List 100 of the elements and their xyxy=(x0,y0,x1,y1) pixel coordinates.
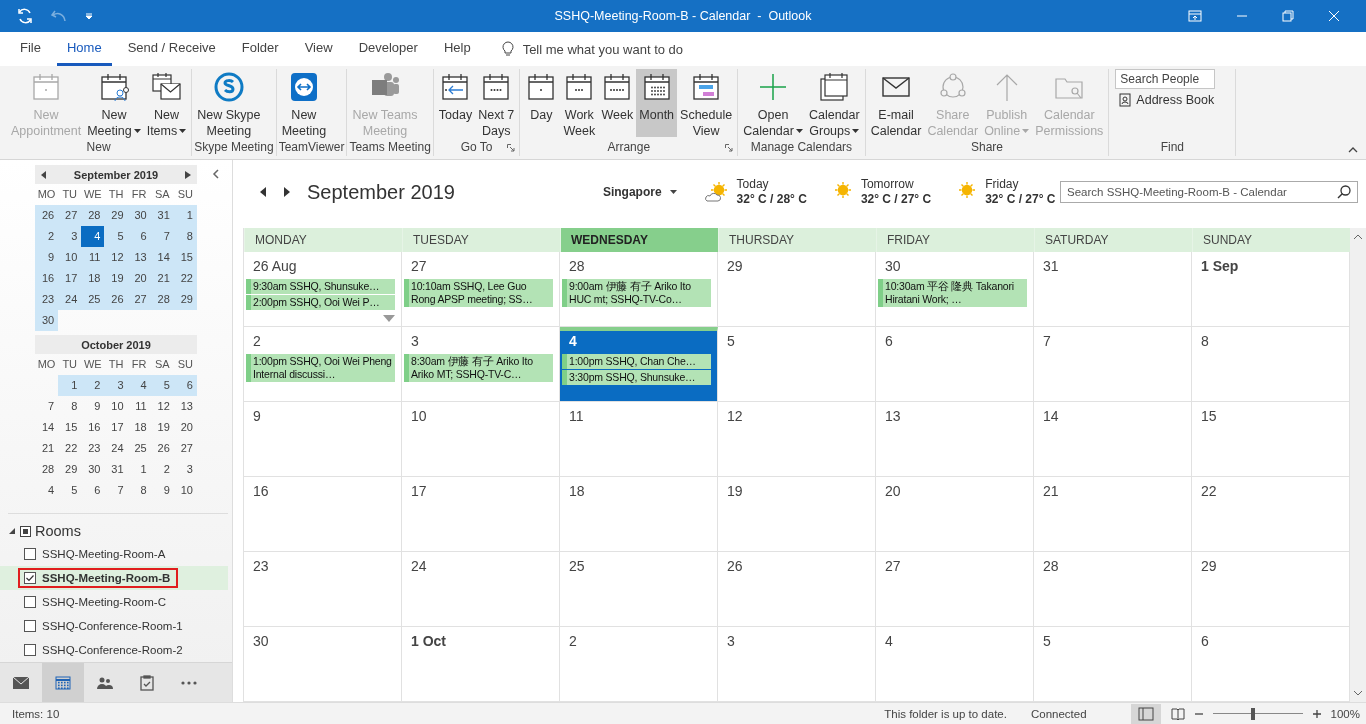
close-icon[interactable] xyxy=(1328,10,1340,22)
nav-button[interactable] xyxy=(42,663,84,702)
ribbon-button[interactable]: Day xyxy=(522,69,561,137)
date-cell[interactable]: 1 xyxy=(58,375,82,396)
checkbox[interactable] xyxy=(24,572,36,584)
date-cell[interactable]: 28 xyxy=(35,459,59,480)
date-cell[interactable]: 17 xyxy=(104,417,128,438)
calendar-name[interactable]: SSHQ-Meeting-Room-A xyxy=(42,548,166,560)
date-cell[interactable]: 12 xyxy=(104,247,128,268)
checkbox[interactable] xyxy=(24,644,36,656)
next-icon[interactable] xyxy=(283,187,291,197)
date-cell[interactable]: 20 xyxy=(127,268,151,289)
date-cell[interactable]: 8 xyxy=(127,480,151,501)
calendar-event[interactable]: 1:00pm SSHQ, Ooi Wei Pheng Internal discussi… xyxy=(246,354,395,382)
today-cell[interactable]: 4 1:00pm SSHQ, Chan Che… 3:30pm SSHQ, Shunsuke… xyxy=(560,327,718,401)
date-cell[interactable]: 14 xyxy=(150,247,174,268)
calendar-event[interactable]: 8:30am 伊藤 有子 Ariko Ito Ariko MT; SSHQ-TV-C… xyxy=(404,354,553,382)
date-cell[interactable]: 21 xyxy=(35,438,59,459)
date-cell[interactable]: 28 xyxy=(81,205,105,226)
date-cell[interactable]: 30 xyxy=(81,459,105,480)
date-cell[interactable]: 2 xyxy=(150,459,174,480)
date-cell[interactable]: 6 xyxy=(127,226,151,247)
menu-tab[interactable]: File xyxy=(10,40,51,66)
search-people-field[interactable]: Search People xyxy=(1115,69,1216,89)
normal-view-icon[interactable] xyxy=(1130,703,1161,724)
ribbon-button[interactable]: Next 7 Days xyxy=(475,69,518,137)
scroll-up-icon[interactable] xyxy=(1354,234,1362,239)
date-cell[interactable]: 24 xyxy=(58,289,82,310)
date-cell[interactable]: 28 xyxy=(150,289,174,310)
date-cell[interactable]: 7 xyxy=(104,480,128,501)
date-cell[interactable]: 3 xyxy=(173,459,197,480)
calendar-event[interactable]: 3:30pm SSHQ, Shunsuke… xyxy=(562,370,711,385)
date-cell[interactable]: 29 xyxy=(58,459,82,480)
sync-icon[interactable] xyxy=(16,7,34,25)
date-cell[interactable]: 11 xyxy=(127,396,151,417)
date-cell[interactable]: 23 xyxy=(81,438,105,459)
date-cell[interactable]: 27 xyxy=(173,438,197,459)
date-cell[interactable]: 21 xyxy=(150,268,174,289)
zoom-level[interactable]: 100% xyxy=(1330,707,1360,720)
date-cell[interactable]: 24 xyxy=(104,438,128,459)
scrollbar[interactable] xyxy=(1350,228,1366,702)
date-cell[interactable]: 9 xyxy=(150,480,174,501)
tell-me-field[interactable]: Tell me what you want to do xyxy=(522,41,684,57)
selected-row[interactable]: SSHQ-Meeting-Room-B xyxy=(0,566,228,590)
date-cell[interactable]: 2 xyxy=(35,226,59,247)
date-cell[interactable]: 2 xyxy=(81,375,105,396)
ribbon-button[interactable]: New Skype Meeting xyxy=(194,69,264,137)
date-cell[interactable]: 9 xyxy=(81,396,105,417)
date-cell[interactable]: 11 xyxy=(81,247,105,268)
checkbox[interactable] xyxy=(24,596,36,608)
calendar-event[interactable]: 2:00pm SSHQ, Ooi Wei P… xyxy=(246,295,395,310)
date-cell[interactable]: 29 xyxy=(173,289,197,310)
ribbon-button[interactable]: Week xyxy=(598,69,637,137)
date-cell[interactable]: 19 xyxy=(104,268,128,289)
calendar-event[interactable]: 9:00am 伊藤 有子 Ariko Ito HUC mt; SSHQ-TV-Co… xyxy=(562,279,711,307)
date-cell[interactable]: 27 xyxy=(127,289,151,310)
checkbox[interactable] xyxy=(24,620,36,632)
date-cell[interactable]: 25 xyxy=(81,289,105,310)
group-checkbox-icon[interactable] xyxy=(20,525,31,537)
date-cell[interactable]: 31 xyxy=(104,459,128,480)
date-cell[interactable]: 10 xyxy=(104,396,128,417)
date-cell[interactable]: 5 xyxy=(104,226,128,247)
ribbon-button[interactable]: Calendar Groups xyxy=(805,69,863,137)
date-cell[interactable]: 10 xyxy=(173,480,197,501)
calendar-search-field[interactable]: Search SSHQ-Meeting-Room-B - Calendar xyxy=(1060,181,1358,203)
ribbon-button[interactable]: Month xyxy=(636,69,678,137)
date-cell[interactable]: 13 xyxy=(127,247,151,268)
expand-icon[interactable] xyxy=(8,527,16,535)
ribbon-display-icon[interactable] xyxy=(1188,10,1202,22)
ribbon-button[interactable]: Work Week xyxy=(560,69,599,137)
date-cell[interactable]: 22 xyxy=(58,438,82,459)
zoom-in-icon[interactable] xyxy=(1312,709,1321,718)
dialog-launcher-icon[interactable] xyxy=(725,144,734,152)
calendar-name[interactable]: SSHQ-Meeting-Room-C xyxy=(42,596,166,608)
address-book-button[interactable]: Address Book xyxy=(1115,93,1230,107)
date-cell[interactable]: 18 xyxy=(127,417,151,438)
date-cell[interactable]: 16 xyxy=(81,417,105,438)
ribbon-button[interactable]: New Meeting xyxy=(84,69,144,137)
slider-thumb[interactable] xyxy=(1251,707,1256,720)
date-cell[interactable]: 22 xyxy=(173,268,197,289)
date-cell[interactable]: 9 xyxy=(35,247,59,268)
date-cell[interactable]: 26 xyxy=(104,289,128,310)
calendar-name[interactable]: SSHQ-Meeting-Room-B xyxy=(42,572,171,584)
date-cell[interactable]: 13 xyxy=(173,396,197,417)
menu-tab[interactable]: Help xyxy=(433,40,481,66)
date-cell[interactable]: 3 xyxy=(104,375,128,396)
menu-tab[interactable]: Folder xyxy=(231,40,289,66)
date-cell[interactable]: 17 xyxy=(58,268,82,289)
calendar-event[interactable]: 10:10am SSHQ, Lee Guo Rong APSP meeting; SS… xyxy=(404,279,553,307)
checkbox[interactable] xyxy=(24,548,36,560)
date-cell[interactable]: 15 xyxy=(58,417,82,438)
reading-view-icon[interactable] xyxy=(1170,707,1185,720)
date-cell[interactable]: 23 xyxy=(35,289,59,310)
date-cell[interactable]: 19 xyxy=(150,417,174,438)
date-cell[interactable]: 12 xyxy=(150,396,174,417)
date-cell[interactable]: 1 xyxy=(173,205,197,226)
date-cell[interactable]: 7 xyxy=(35,396,59,417)
date-cell[interactable]: 8 xyxy=(58,396,82,417)
date-cell[interactable]: 29 xyxy=(104,205,128,226)
date-cell[interactable]: 10 xyxy=(58,247,82,268)
